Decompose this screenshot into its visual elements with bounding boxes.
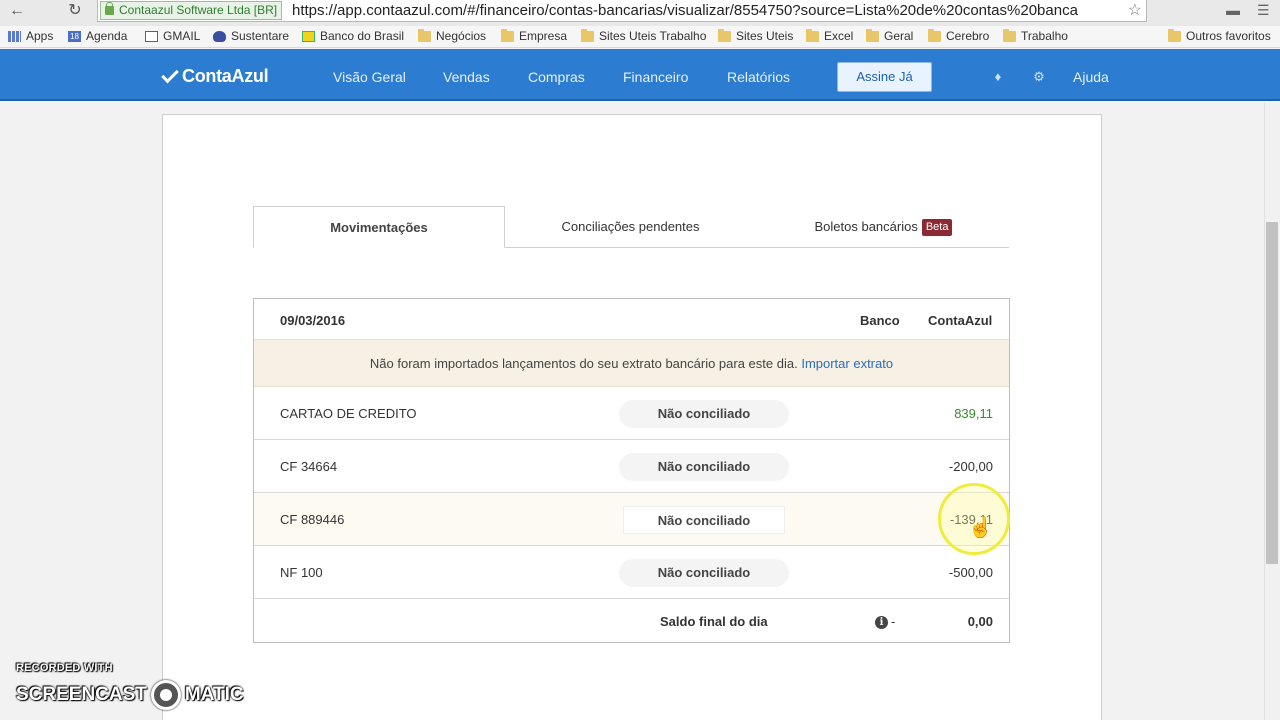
watermark-small-text: RECORDED WITH [16, 662, 113, 674]
sustentare-icon [213, 30, 226, 42]
column-banco: Banco [860, 313, 900, 328]
url-text[interactable]: https://app.contaazul.com/#/financeiro/c… [292, 1, 1078, 20]
bookmark-trabalho[interactable]: Trabalho [1003, 28, 1068, 43]
table-row[interactable]: CARTAO DE CREDITO Não conciliado 839,11 [254, 387, 1009, 440]
bookmark-cerebro[interactable]: Cerebro [928, 28, 989, 43]
total-amount: 0,00 [967, 614, 993, 629]
nav-relatorios[interactable]: Relatórios [727, 69, 790, 85]
row-name: NF 100 [280, 565, 323, 580]
banco-do-brasil-icon [302, 30, 315, 42]
bookmark-outros-favoritos[interactable]: Outros favoritos [1168, 28, 1271, 43]
star-icon[interactable]: ☆ [1128, 0, 1142, 21]
bookmark-apps[interactable]: Apps [8, 29, 53, 43]
folder-icon [501, 28, 514, 42]
importar-extrato-link[interactable]: Importar extrato [801, 356, 893, 371]
beta-badge: Beta [921, 219, 953, 236]
folder-icon [866, 28, 879, 42]
check-icon [161, 65, 179, 84]
nav-financeiro[interactable]: Financeiro [623, 69, 688, 85]
watermark-right-text: MATIC [184, 684, 244, 705]
row-amount: 839,11 [954, 406, 993, 421]
scrollbar-thumb[interactable] [1266, 222, 1278, 564]
status-badge[interactable]: Não conciliado [623, 506, 785, 534]
bookmark-geral[interactable]: Geral [866, 28, 913, 43]
reload-icon[interactable]: ↻ [60, 0, 90, 22]
gmail-icon [145, 30, 158, 42]
folder-icon [1003, 28, 1016, 42]
nav-vendas[interactable]: Vendas [443, 69, 490, 85]
status-badge[interactable]: Não conciliado [619, 453, 789, 481]
tabs: Movimentações Conciliações pendentes Bol… [253, 206, 1009, 248]
bookmarks-bar: Apps 18 Agenda GMAIL Sustentare Banco do … [0, 26, 1280, 48]
back-icon[interactable]: ← [2, 0, 32, 22]
table-row[interactable]: CF 34664 Não conciliado -200,00 [254, 440, 1009, 493]
bookmark-excel[interactable]: Excel [806, 28, 853, 43]
bookmark-sites-uteis-trabalho[interactable]: Sites Uteis Trabalho [581, 28, 706, 43]
gear-icon[interactable]: ⚙ [1032, 70, 1046, 84]
assine-ja-button[interactable]: Assine Já [837, 62, 932, 92]
info-icon[interactable]: i [875, 616, 888, 629]
folder-icon [806, 28, 819, 42]
table-row[interactable]: NF 100 Não conciliado -500,00 [254, 546, 1009, 599]
calendar-icon: 18 [68, 30, 81, 42]
address-bar[interactable]: Contaazul Software Ltda [BR] https://app… [97, 0, 1147, 22]
apps-icon [8, 30, 21, 42]
bookmark-sites-uteis[interactable]: Sites Uteis [718, 28, 793, 43]
nav-ajuda[interactable]: Ajuda [1073, 69, 1109, 85]
total-label: Saldo final do dia [660, 614, 768, 629]
status-badge[interactable]: Não conciliado [619, 559, 789, 587]
bookmark-banco-do-brasil[interactable]: Banco do Brasil [302, 29, 404, 43]
app-header: ContaAzul Visão Geral Vendas Compras Fin… [0, 49, 1280, 101]
browser-toolbar: ← ↻ Contaazul Software Ltda [BR] https:/… [0, 0, 1280, 26]
watermark-left-text: SCREENCAST [16, 684, 147, 705]
record-icon [150, 680, 181, 710]
import-notice: Não foram importados lançamentos do seu … [254, 340, 1009, 387]
folder-icon [718, 28, 731, 42]
folder-icon [928, 28, 941, 42]
nav-visao-geral[interactable]: Visão Geral [333, 69, 406, 85]
secure-badge[interactable]: Contaazul Software Ltda [BR] [100, 1, 283, 20]
column-contaazul: ContaAzul [928, 313, 993, 328]
hand-cursor-icon: ☝ [968, 517, 993, 539]
lock-icon [105, 2, 114, 15]
folder-icon [418, 28, 431, 42]
nav-compras[interactable]: Compras [528, 69, 585, 85]
folder-icon [581, 28, 594, 42]
tab-movimentacoes[interactable]: Movimentações [253, 206, 505, 248]
minimize-icon[interactable]: ▬ [1226, 2, 1240, 18]
table-row[interactable]: CF 889446 Não conciliado -139,11 [254, 493, 1009, 546]
bookmark-gmail[interactable]: GMAIL [145, 29, 200, 43]
row-name: CF 889446 [280, 512, 345, 527]
watermark-logo: SCREENCAST MATIC [16, 680, 244, 710]
row-name: CARTAO DE CREDITO [280, 406, 417, 421]
row-name: CF 34664 [280, 459, 338, 474]
notice-text: Não foram importados lançamentos do seu … [369, 356, 798, 371]
bookmark-agenda[interactable]: 18 Agenda [68, 29, 127, 43]
tab-conciliacoes-pendentes[interactable]: Conciliações pendentes [523, 206, 738, 248]
table-header: 09/03/2016 Banco ContaAzul [254, 299, 1009, 340]
status-badge[interactable]: Não conciliado [619, 400, 789, 428]
bookmark-empresa[interactable]: Empresa [501, 28, 567, 43]
total-bank-value: - [891, 614, 896, 629]
tab-boletos-label: Boletos bancários [814, 219, 918, 234]
bookmark-sustentare[interactable]: Sustentare [213, 29, 289, 43]
tab-boletos-bancarios[interactable]: Boletos bancários Beta [778, 206, 989, 248]
bell-icon[interactable]: ♦ [991, 70, 1005, 84]
transactions-table: 09/03/2016 Banco ContaAzul Não foram imp… [253, 298, 1010, 643]
table-date: 09/03/2016 [280, 313, 346, 328]
daily-total-row: Saldo final do dia i - 0,00 [254, 599, 1009, 643]
bookmark-negocios[interactable]: Negócios [418, 28, 486, 43]
screencast-watermark: RECORDED WITH SCREENCAST MATIC [16, 662, 244, 710]
secure-label: Contaazul Software Ltda [BR] [119, 3, 278, 17]
folder-icon [1168, 28, 1181, 42]
menu-icon[interactable]: ☰ [1257, 2, 1270, 19]
logo[interactable]: ContaAzul [161, 65, 269, 87]
